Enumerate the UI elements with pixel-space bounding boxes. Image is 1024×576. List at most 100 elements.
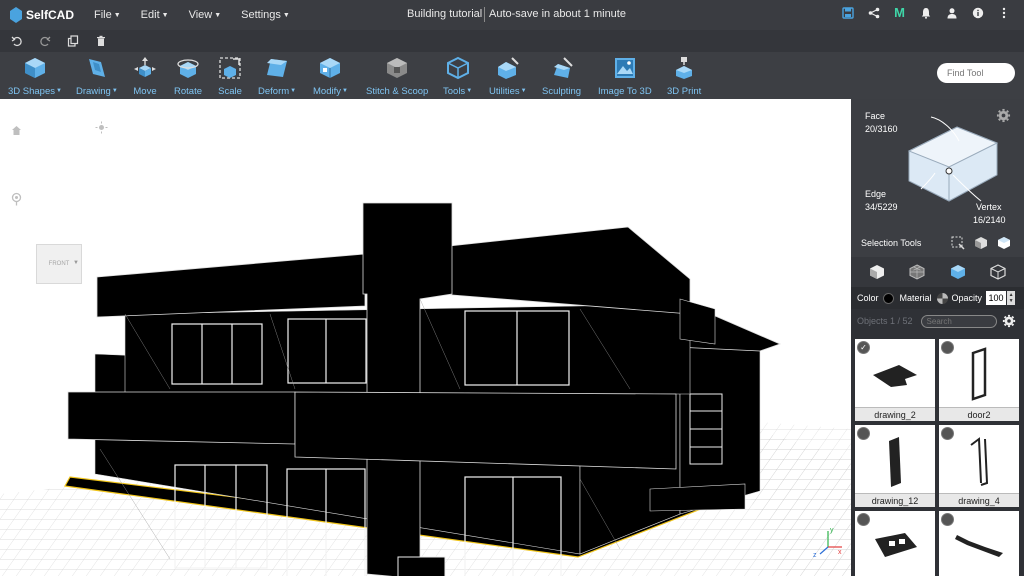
- object-card[interactable]: drawing_12: [855, 425, 935, 507]
- tool-label: Deform▼: [258, 86, 297, 97]
- balcony-left: [67, 391, 296, 445]
- tool-label: Utilities▼: [489, 86, 527, 97]
- appearance-row: Color Material Opacity 100 ▲ ▼: [851, 287, 1024, 309]
- tool-utilities[interactable]: Utilities▼: [489, 56, 527, 97]
- sculpting-icon: [553, 57, 573, 78]
- menu-edit-label: Edit: [140, 9, 160, 21]
- tool-3d-shapes[interactable]: 3D Shapes▼: [8, 56, 62, 97]
- tool-scale[interactable]: Scale: [218, 56, 242, 97]
- object-checkbox[interactable]: [857, 427, 870, 440]
- object-mode-icon[interactable]: [868, 263, 886, 281]
- save-icon[interactable]: [841, 6, 854, 19]
- mesh-mode-icon[interactable]: [908, 263, 926, 281]
- objects-settings-gear-icon[interactable]: [1002, 314, 1016, 328]
- selfcad-logo[interactable]: SelfCAD: [10, 7, 74, 23]
- menu-file[interactable]: File ▼: [94, 9, 121, 21]
- menu-edit[interactable]: Edit ▼: [141, 9, 169, 21]
- delete-icon[interactable]: [94, 34, 108, 48]
- tool-label: Image To 3D: [598, 86, 652, 97]
- main-toolbar: 3D Shapes▼ Drawing▼ Move Rotate Scale De…: [0, 52, 1024, 99]
- object-card[interactable]: ✓ drawing_2: [855, 339, 935, 421]
- tool-move[interactable]: Move: [133, 56, 157, 97]
- objects-header: Objects 1 / 52: [851, 309, 1024, 333]
- object-checkbox[interactable]: [941, 427, 954, 440]
- object-name: drawing_2: [855, 407, 935, 421]
- menu-view[interactable]: View ▼: [189, 9, 222, 21]
- tool-deform[interactable]: Deform▼: [258, 56, 296, 97]
- home-view-icon[interactable]: [11, 123, 22, 141]
- drawing-icon: [88, 59, 105, 77]
- chevron-down-icon: ▼: [161, 11, 169, 19]
- object-card[interactable]: [855, 511, 935, 576]
- copy-icon[interactable]: [66, 34, 80, 48]
- color-label: Color: [857, 293, 879, 303]
- cube-icon: [24, 58, 45, 78]
- redo-icon[interactable]: [38, 34, 52, 48]
- object-card[interactable]: [939, 511, 1019, 576]
- navcube-face-label: FRONT: [48, 261, 70, 267]
- quick-action-bar: [0, 30, 1024, 52]
- axis-z-label: z: [813, 552, 817, 559]
- entry-step: [649, 483, 746, 512]
- tool-image-to-3d[interactable]: Image To 3D: [598, 56, 652, 97]
- object-checkbox[interactable]: ✓: [857, 341, 870, 354]
- find-tool-input[interactable]: [937, 63, 1015, 83]
- chevron-down-icon[interactable]: ▼: [73, 260, 79, 266]
- object-card[interactable]: drawing_4: [939, 425, 1019, 507]
- more-icon[interactable]: [997, 6, 1010, 19]
- opacity-label: Opacity: [951, 293, 983, 303]
- tool-drawing[interactable]: Drawing▼: [76, 56, 118, 97]
- selection-mode-panel: Face 20/3160 Edge 34/5229 Vertex 16/2140…: [851, 99, 1024, 257]
- face-label: Face: [865, 111, 886, 121]
- 3d-viewport[interactable]: y x z FRONT ▼: [0, 99, 851, 576]
- object-checkbox[interactable]: [857, 513, 870, 526]
- face-mode-icon[interactable]: [949, 263, 967, 281]
- bell-icon[interactable]: [919, 6, 932, 19]
- balcony-right: [294, 391, 677, 470]
- image-to-3d-icon: [614, 58, 635, 78]
- tool-modify[interactable]: Modify▼: [313, 56, 348, 97]
- light-icon[interactable]: [95, 121, 108, 139]
- tool-3d-print[interactable]: 3D Print: [667, 56, 701, 97]
- settings-gear-icon[interactable]: [996, 108, 1012, 124]
- document-title[interactable]: Building tutorial: [407, 8, 482, 20]
- selection-cube-diagram[interactable]: [901, 115, 1001, 205]
- m-logo-icon[interactable]: M: [893, 5, 906, 20]
- tool-label: Drawing▼: [76, 86, 118, 97]
- tool-tools[interactable]: Tools▼: [443, 56, 472, 97]
- objects-search-input[interactable]: [920, 314, 997, 328]
- tool-stitch-scoop[interactable]: Stitch & Scoop: [366, 56, 428, 97]
- opacity-input[interactable]: 100: [986, 291, 1007, 305]
- chevron-down-icon: ▼: [113, 11, 121, 19]
- select-cube-icon[interactable]: [974, 236, 988, 250]
- select-all-icon[interactable]: [997, 236, 1011, 250]
- share-icon[interactable]: [867, 6, 880, 19]
- tool-rotate[interactable]: Rotate: [174, 56, 202, 97]
- vertex-mode-icon[interactable]: [989, 263, 1007, 281]
- material-icon[interactable]: [936, 292, 948, 304]
- info-icon[interactable]: [971, 6, 984, 19]
- opacity-stepper-icon[interactable]: ▲ ▼: [1007, 291, 1016, 305]
- tool-sculpting[interactable]: Sculpting: [542, 56, 581, 97]
- material-label[interactable]: Material: [900, 293, 932, 303]
- tool-label: Move: [133, 86, 157, 97]
- object-card[interactable]: door2: [939, 339, 1019, 421]
- vertex-count: 16/2140: [973, 215, 1006, 225]
- menu-view-label: View: [188, 9, 213, 21]
- object-checkbox[interactable]: [941, 341, 954, 354]
- scene-canvas[interactable]: y x z: [0, 99, 851, 576]
- user-icon[interactable]: [945, 6, 958, 19]
- menu-settings[interactable]: Settings ▼: [241, 9, 290, 21]
- box-select-icon[interactable]: [951, 236, 965, 250]
- color-swatch[interactable]: [882, 292, 894, 304]
- view-target-icon[interactable]: [11, 192, 22, 211]
- object-checkbox[interactable]: [941, 513, 954, 526]
- move-icon: [134, 57, 156, 77]
- selfcad-logo-icon: [10, 7, 22, 23]
- stitch-scoop-icon: [387, 58, 408, 78]
- logo-text: SelfCAD: [25, 8, 74, 22]
- undo-icon[interactable]: [10, 34, 24, 48]
- navigation-cube[interactable]: FRONT ▼: [36, 244, 82, 284]
- scale-icon: [219, 57, 241, 79]
- face-count: 20/3160: [865, 124, 898, 134]
